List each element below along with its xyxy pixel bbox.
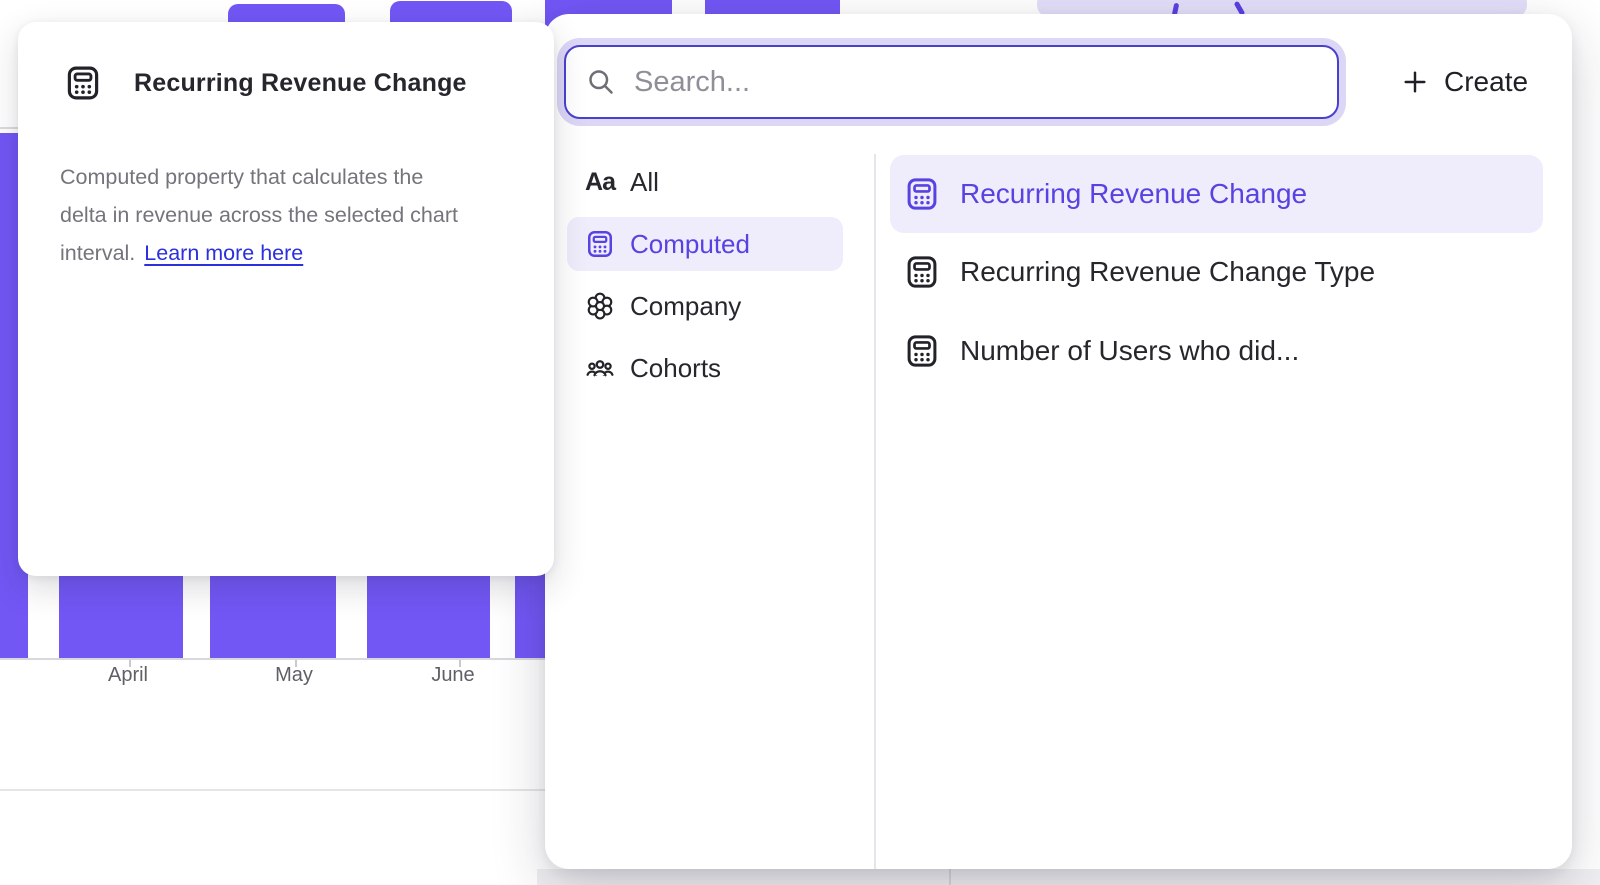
calculator-icon <box>904 176 940 212</box>
property-picker-modal: Create Aa All Computed <box>545 14 1572 869</box>
x-axis-label-april: April <box>73 664 183 687</box>
x-axis-label-may: May <box>239 664 349 687</box>
search-icon <box>586 67 616 97</box>
description-line: delta in revenue across the selected cha… <box>60 196 520 234</box>
calculator-icon <box>904 333 940 369</box>
section-divider <box>0 789 548 791</box>
description-line: interval.Learn more here <box>60 234 520 272</box>
calculator-icon <box>904 254 940 290</box>
filter-label: Company <box>630 291 741 322</box>
result-label: Recurring Revenue Change Type <box>960 256 1375 288</box>
chart-x-axis <box>0 658 548 660</box>
property-tooltip-card: Recurring Revenue Change Computed proper… <box>18 22 554 576</box>
result-recurring-revenue-change[interactable]: Recurring Revenue Change <box>890 155 1543 233</box>
create-button[interactable]: Create <box>1401 45 1528 119</box>
filter-label: Cohorts <box>630 353 721 384</box>
tooltip-title: Recurring Revenue Change <box>134 69 467 98</box>
search-input[interactable] <box>634 66 1317 99</box>
create-button-label: Create <box>1444 66 1528 98</box>
filter-computed[interactable]: Computed <box>567 217 843 271</box>
description-line: Computed property that calculates the <box>60 158 520 196</box>
letters-aa-icon: Aa <box>583 168 617 197</box>
search-field[interactable] <box>564 45 1339 119</box>
background-table-band <box>537 869 1600 885</box>
screen: April May June Recurring Revenue Change <box>0 0 1600 885</box>
learn-more-link[interactable]: Learn more here <box>144 241 303 265</box>
filter-label: Computed <box>630 229 750 260</box>
plus-icon <box>1401 68 1429 96</box>
background-column-divider <box>949 869 951 885</box>
modal-divider <box>874 154 876 869</box>
filter-cohorts[interactable]: Cohorts <box>567 341 843 395</box>
calculator-icon <box>64 64 102 102</box>
filter-all[interactable]: Aa All <box>567 155 843 209</box>
tooltip-description: Computed property that calculates the de… <box>60 158 520 272</box>
x-axis-label-june: June <box>398 664 508 687</box>
result-number-of-users-who-did[interactable]: Number of Users who did... <box>890 312 1543 390</box>
filter-company[interactable]: Company <box>567 279 843 333</box>
company-cluster-icon <box>583 291 617 321</box>
result-label: Recurring Revenue Change <box>960 178 1307 210</box>
tooltip-header: Recurring Revenue Change <box>64 64 467 102</box>
filter-label: All <box>630 167 659 198</box>
result-recurring-revenue-change-type[interactable]: Recurring Revenue Change Type <box>890 233 1543 311</box>
calculator-icon <box>583 229 617 259</box>
result-label: Number of Users who did... <box>960 335 1299 367</box>
cohorts-people-icon <box>583 353 617 383</box>
